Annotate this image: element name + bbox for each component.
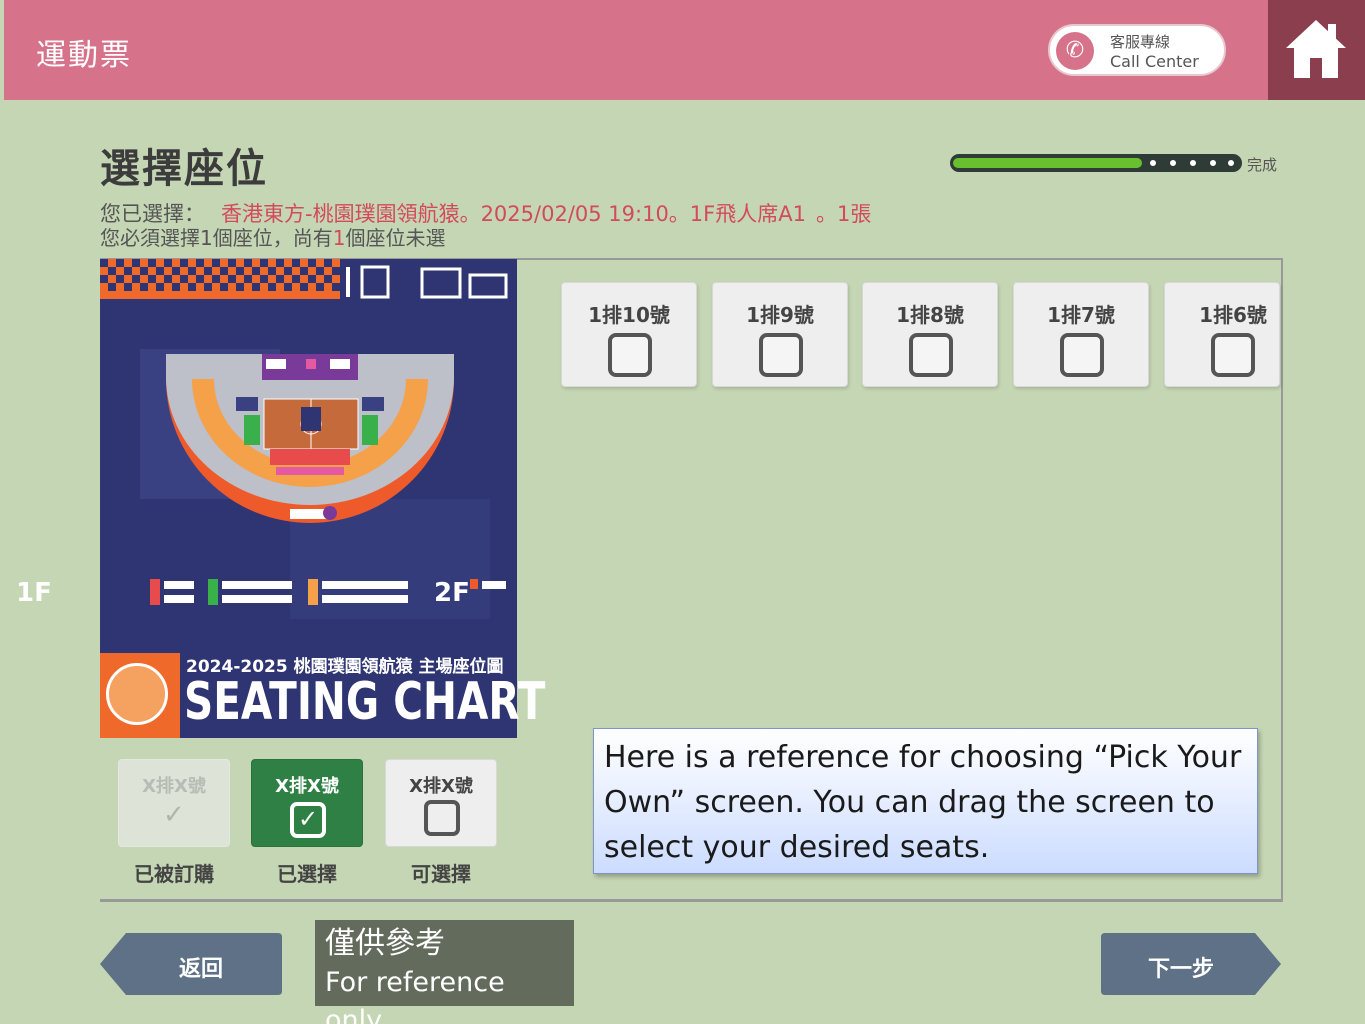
phone-icon: ✆ [1056, 32, 1094, 70]
seat-checkbox[interactable] [608, 333, 652, 377]
progress-step-dot [1210, 160, 1216, 166]
requirement-count: 1 [332, 226, 346, 250]
seat-checkbox[interactable] [759, 333, 803, 377]
instruction-callout: Here is a reference for choosing “Pick Y… [593, 728, 1258, 874]
seat-button[interactable]: 1排8號 [862, 282, 998, 387]
seat-label: 1排8號 [896, 303, 964, 327]
back-button[interactable]: 返回 [98, 931, 284, 997]
legend-available-caption: 可選擇 [411, 862, 471, 886]
floor-1-label: 1F [16, 578, 52, 608]
reference-note-en: For reference only [325, 967, 505, 1024]
team-logo [106, 663, 168, 725]
app-title: 運動票 [36, 38, 132, 73]
legend-selected: X排X號 ✓ [251, 759, 363, 847]
legend-booked: X排X號 ✓ [118, 759, 230, 847]
call-center-button[interactable]: ✆ 客服專線 Call Center [1048, 24, 1226, 76]
seat-checkbox[interactable] [1060, 333, 1104, 377]
home-icon [1286, 20, 1346, 78]
seat-label: 1排10號 [588, 303, 670, 327]
legend-available: X排X號 [385, 759, 497, 847]
home-button[interactable] [1268, 0, 1365, 100]
legend-available-label: X排X號 [409, 776, 473, 797]
seat-label: 1排7號 [1047, 303, 1115, 327]
progress-step-dot [1190, 160, 1196, 166]
reference-note-zh: 僅供參考 [325, 926, 445, 961]
progress-complete-label: 完成 [1247, 156, 1278, 174]
next-button[interactable]: 下一步 [1099, 931, 1283, 997]
page-title: 選擇座位 [100, 146, 268, 192]
selection-requirement: 您必須選擇1個座位，尚有1個座位未選 [100, 222, 445, 251]
requirement-suffix: 個座位未選 [345, 226, 446, 250]
legend-selected-caption: 已選擇 [277, 862, 337, 886]
progress-step-dot [1170, 160, 1176, 166]
progress-bar [950, 154, 1242, 172]
checked-box-icon: ✓ [290, 802, 326, 838]
seat-label: 1排9號 [746, 303, 814, 327]
seat-button[interactable]: 1排6號 [1164, 282, 1280, 387]
empty-box-icon [424, 800, 460, 836]
next-label: 下一步 [1147, 957, 1214, 982]
progress-step-dot [1228, 160, 1234, 166]
legend-booked-label: X排X號 [142, 776, 206, 797]
top-bar: 運動票 ✆ 客服專線 Call Center [0, 0, 1365, 100]
requirement-prefix: 您必須選擇1個座位，尚有 [100, 226, 333, 250]
checkmark-icon: ✓ [163, 800, 185, 830]
seat-checkbox[interactable] [909, 333, 953, 377]
legend-selected-label: X排X號 [275, 776, 339, 797]
floor-2-label: 2F [434, 578, 470, 608]
back-label: 返回 [178, 957, 223, 982]
seat-button[interactable]: 1排10號 [561, 282, 697, 387]
seat-label: 1排6號 [1199, 303, 1267, 327]
panel-divider [100, 899, 1283, 902]
call-center-label-zh: 客服專線 [1110, 33, 1171, 51]
progress-step-dot [1150, 160, 1156, 166]
seating-chart-title: SEATING CHART [184, 672, 546, 732]
legend-booked-caption: 已被訂購 [134, 862, 214, 886]
progress-fill [953, 158, 1142, 168]
call-center-label-en: Call Center [1110, 52, 1199, 71]
seat-button[interactable]: 1排7號 [1013, 282, 1149, 387]
seat-button[interactable]: 1排9號 [712, 282, 848, 387]
reference-only-note: 僅供參考 For reference only [315, 920, 574, 1024]
seat-checkbox[interactable] [1211, 333, 1255, 377]
selection-quantity: 。1張 [815, 202, 872, 226]
